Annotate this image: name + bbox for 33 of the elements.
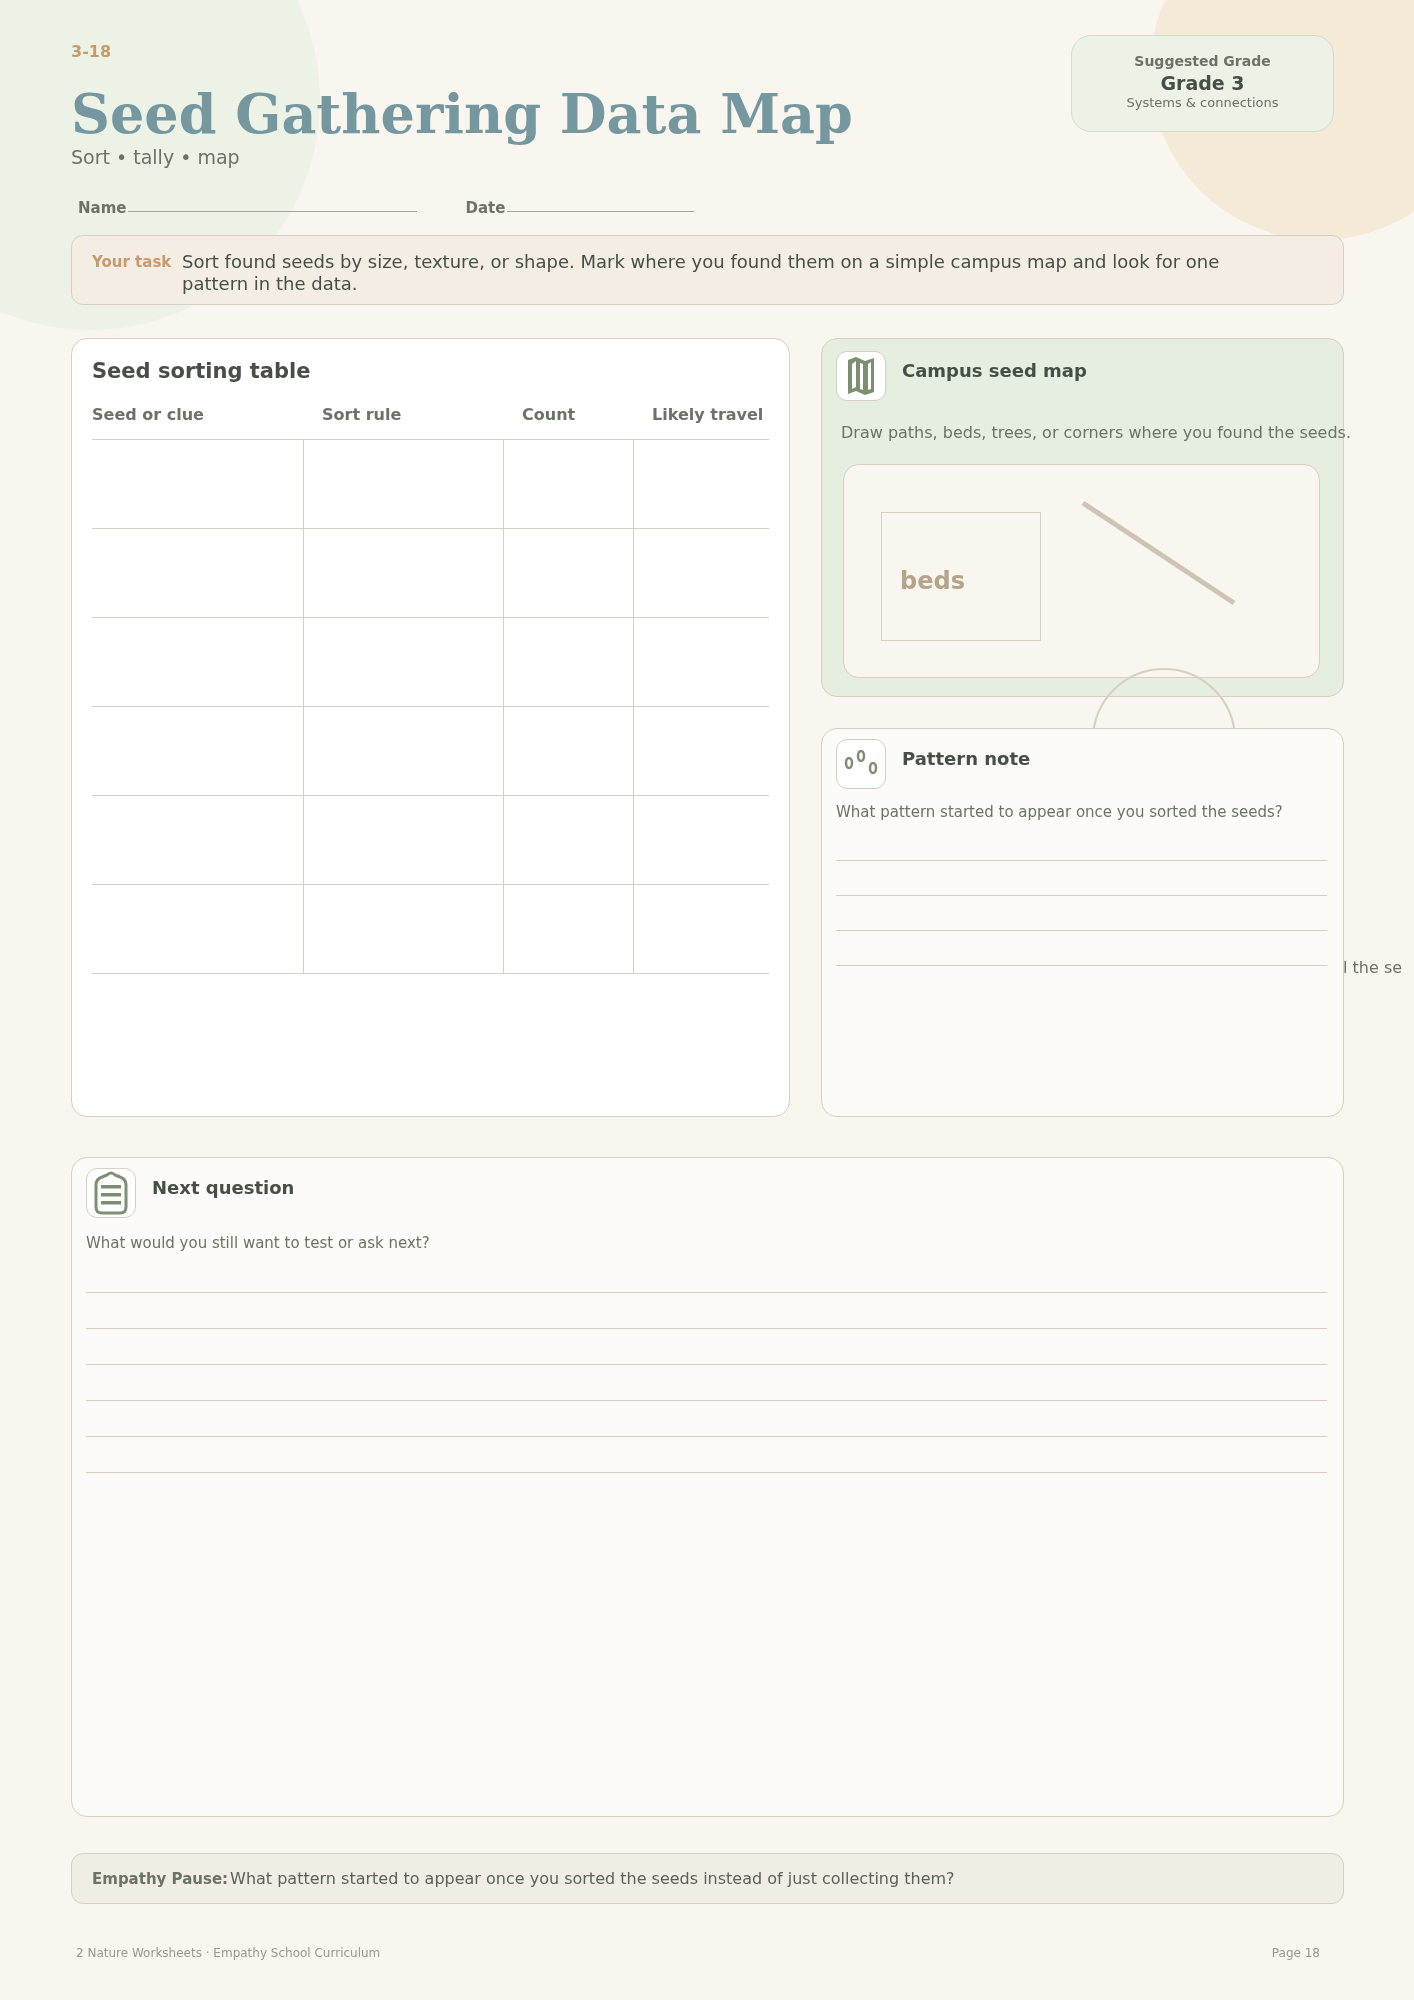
column-header: Likely travel	[651, 405, 765, 425]
card-title: Next question	[152, 1176, 295, 1198]
empathy-label: Empathy Pause:	[92, 1870, 229, 1889]
prompt-text: What would you still want to test or ask next?	[86, 1234, 431, 1254]
task-label: Your task	[92, 253, 173, 272]
clipboard-icon	[86, 1168, 136, 1219]
task-text: Sort found seeds by size, texture, or shape. Mark where you found them on a simple campus map and look for one pattern in the data.	[182, 251, 1221, 296]
seeds-icon	[836, 739, 886, 790]
empathy-text: What pattern started to appear once you sorted the seeds instead of just collecting them?	[230, 1869, 955, 1889]
overflow-text: l the se	[1343, 958, 1403, 977]
column-header: Seed or clue	[92, 405, 205, 425]
grade-value: Grade 3	[1159, 72, 1246, 94]
worksheet-title: Seed Gathering Data Map	[71, 85, 853, 145]
table-title: Seed sorting table	[92, 359, 312, 384]
field-label: Name	[78, 199, 127, 218]
page-number: Page 18	[1271, 1946, 1320, 1961]
field-label: Date	[465, 199, 506, 218]
card-title: Pattern note	[902, 747, 1031, 769]
map-icon	[836, 351, 886, 402]
grade-label: Suggested Grade	[1133, 53, 1272, 69]
worksheet-code: 3-18	[71, 42, 113, 61]
fill-in-line[interactable]	[507, 210, 695, 213]
map-drawing-area[interactable]: beds	[843, 464, 1320, 679]
fill-in-line[interactable]	[128, 210, 418, 213]
map-label: beds	[900, 567, 965, 596]
column-header: Sort rule	[321, 405, 403, 425]
grade-strand: Systems & connections	[1125, 95, 1280, 110]
footer-text: 2 Nature Worksheets · Empathy School Curriculum	[76, 1946, 381, 1961]
column-header: Count	[521, 405, 577, 425]
worksheet-subtitle: Sort • tally • map	[71, 146, 241, 169]
map-caption: Draw paths, beds, trees, or corners where you found the seeds.	[841, 423, 1352, 443]
card-title: Campus seed map	[902, 359, 1087, 381]
prompt-text: What pattern started to appear once you sorted the seeds?	[836, 803, 1284, 823]
